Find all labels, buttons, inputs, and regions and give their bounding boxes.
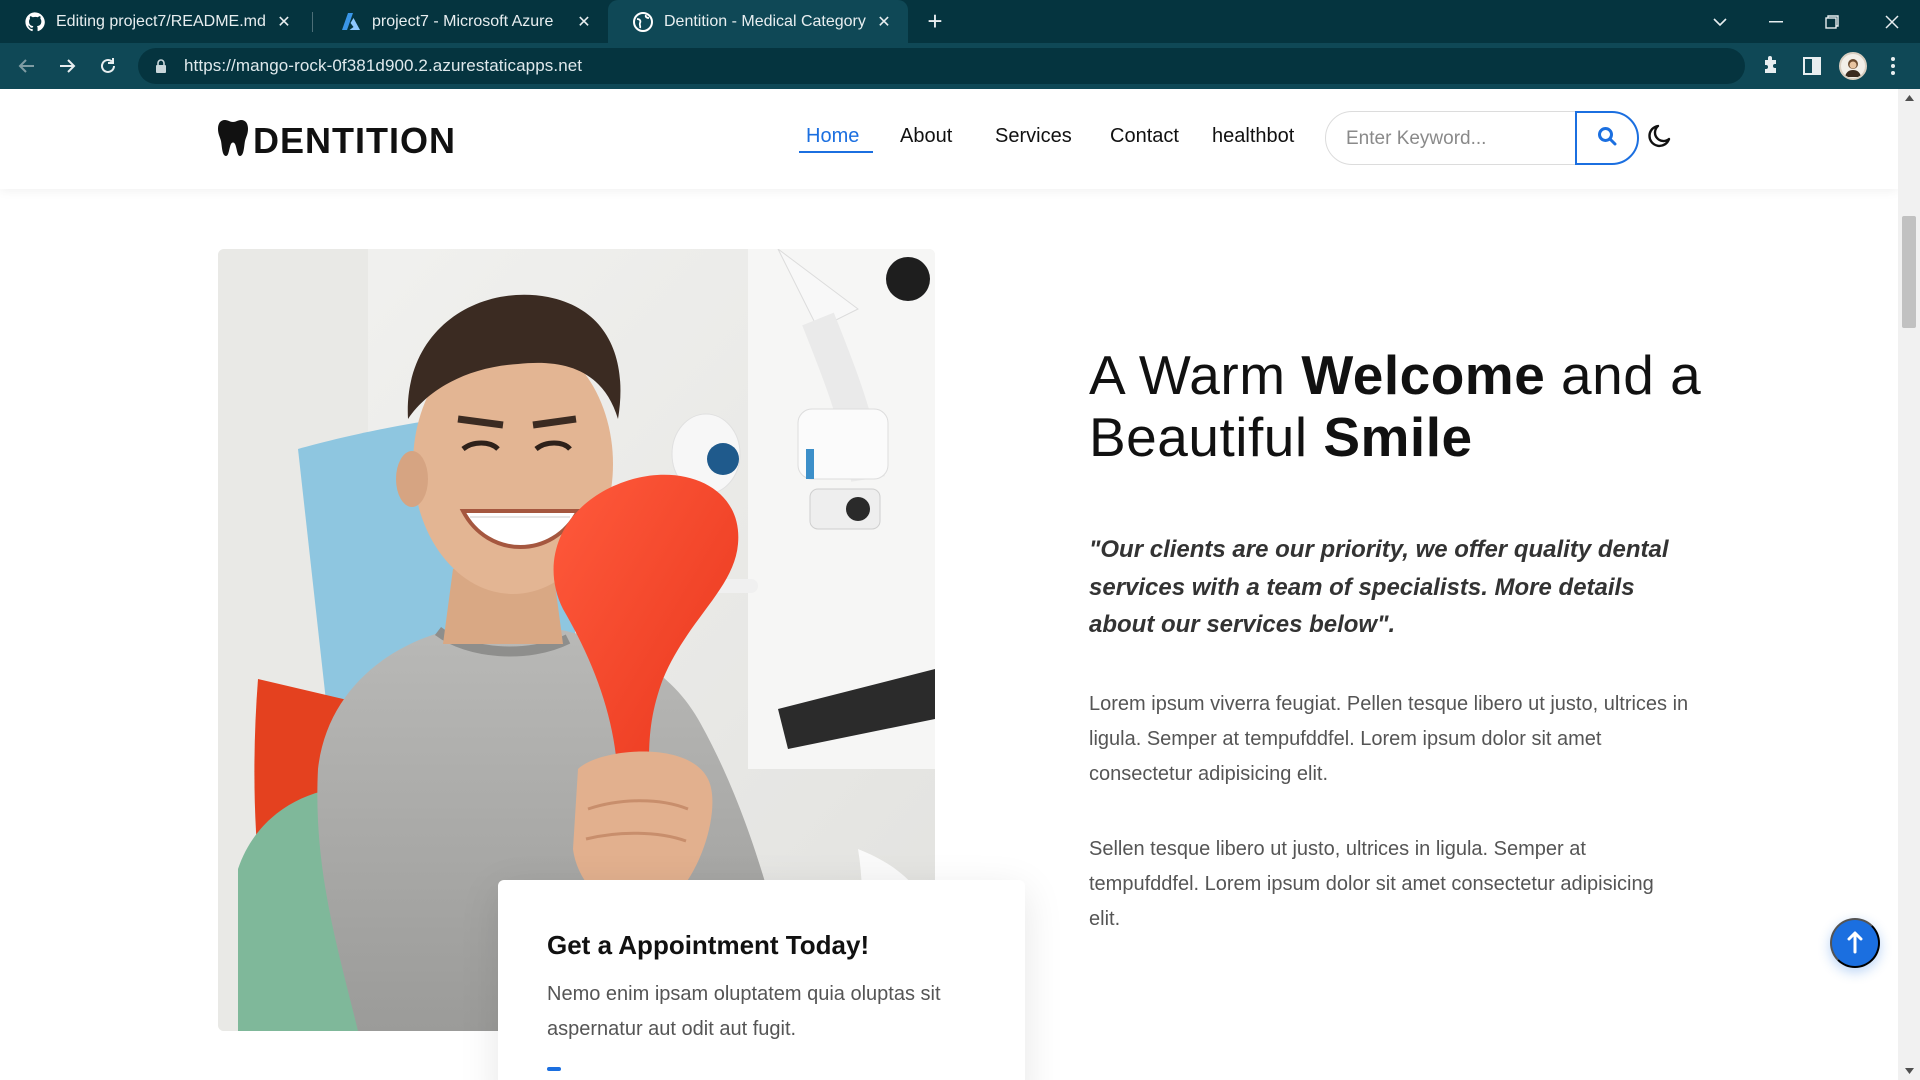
page-scrollbar[interactable] [1898, 89, 1920, 1080]
browser-tab-dentition[interactable]: Dentition - Medical Category Bo ✕ [608, 0, 908, 43]
github-icon [24, 11, 46, 33]
azure-icon [340, 11, 362, 33]
theme-toggle-button[interactable] [1646, 123, 1676, 153]
menu-kebab-icon[interactable] [1878, 51, 1908, 81]
hero-paragraph: Sellen tesque libero ut justo, ultrices … [1089, 838, 1654, 930]
extensions-icon[interactable] [1756, 51, 1786, 81]
scroll-down-icon[interactable] [1898, 1062, 1920, 1080]
tab-title: Editing project7/README.md at m [56, 12, 266, 30]
search-input[interactable] [1346, 126, 1566, 152]
site-logo[interactable]: DENTITION [217, 119, 456, 162]
tab-separator [312, 12, 313, 32]
restore-icon[interactable] [1804, 0, 1860, 43]
appointment-card: Get a Appointment Today! Nemo enim ipsam… [498, 880, 1025, 1080]
minimize-icon[interactable] [1748, 0, 1804, 43]
tooth-icon [217, 119, 249, 162]
new-tab-button[interactable]: + [918, 0, 952, 43]
browser-tab-github[interactable]: Editing project7/README.md at m ✕ [0, 0, 308, 43]
heading-bold-welcome: Welcome [1301, 344, 1546, 406]
address-bar[interactable]: https://mango-rock-0f381d900.2.azurestat… [138, 48, 1745, 84]
nav-item-home[interactable]: Home [806, 125, 859, 148]
search-icon [1597, 126, 1617, 149]
close-icon[interactable]: ✕ [874, 12, 894, 32]
nav-item-contact[interactable]: Contact [1110, 125, 1179, 148]
side-panel-icon[interactable] [1797, 51, 1827, 81]
avatar-icon [1839, 52, 1867, 80]
tab-title: project7 - Microsoft Azure [372, 12, 554, 30]
window-close-icon[interactable] [1864, 0, 1920, 43]
back-arrow-icon[interactable] [12, 51, 42, 81]
tab-search-icon[interactable] [1692, 0, 1748, 43]
appointment-title: Get a Appointment Today! [547, 930, 870, 960]
back-to-top-button[interactable] [1830, 918, 1880, 968]
search-form [1325, 110, 1639, 165]
page-viewport: DENTITION Home About Services Contact he… [0, 89, 1898, 1080]
active-nav-underline [799, 151, 873, 153]
scroll-up-icon[interactable] [1898, 89, 1920, 107]
moon-icon [1647, 122, 1675, 155]
close-icon[interactable]: ✕ [574, 12, 594, 32]
reload-icon[interactable] [93, 51, 123, 81]
hero-quote: "Our clients are our priority, we offer … [1089, 536, 1669, 638]
nav-item-services[interactable]: Services [995, 125, 1072, 148]
hero-heading: A Warm Welcome and a Beautiful Smile [1089, 344, 1729, 468]
nav-item-about[interactable]: About [900, 125, 952, 148]
close-icon[interactable]: ✕ [274, 12, 294, 32]
scrollbar-thumb[interactable] [1902, 216, 1916, 328]
appointment-link-marker[interactable] [547, 1067, 561, 1071]
heading-part: A Warm [1089, 344, 1302, 406]
url-text: https://mango-rock-0f381d900.2.azurestat… [184, 56, 583, 75]
tab-title: Dentition - Medical Category Bo [664, 12, 866, 30]
forward-arrow-icon[interactable] [52, 51, 82, 81]
search-button[interactable] [1575, 110, 1639, 165]
heading-bold-smile: Smile [1323, 406, 1473, 468]
arrow-up-icon [1847, 930, 1863, 957]
appointment-text: Nemo enim ipsam oluptatem quia oluptas s… [547, 983, 941, 1040]
browser-toolbar: https://mango-rock-0f381d900.2.azurestat… [0, 43, 1920, 89]
nav-item-healthbot[interactable]: healthbot [1212, 125, 1294, 148]
lock-icon [154, 58, 168, 74]
browser-tab-bar: Editing project7/README.md at m ✕ projec… [0, 0, 1920, 43]
browser-tab-azure[interactable]: project7 - Microsoft Azure ✕ [316, 0, 608, 43]
site-header: DENTITION Home About Services Contact he… [0, 89, 1898, 189]
hero-paragraph: Lorem ipsum viverra feugiat. Pellen tesq… [1089, 693, 1689, 785]
globe-icon [632, 11, 654, 33]
logo-text: DENTITION [253, 119, 456, 161]
profile-avatar[interactable] [1838, 51, 1868, 81]
